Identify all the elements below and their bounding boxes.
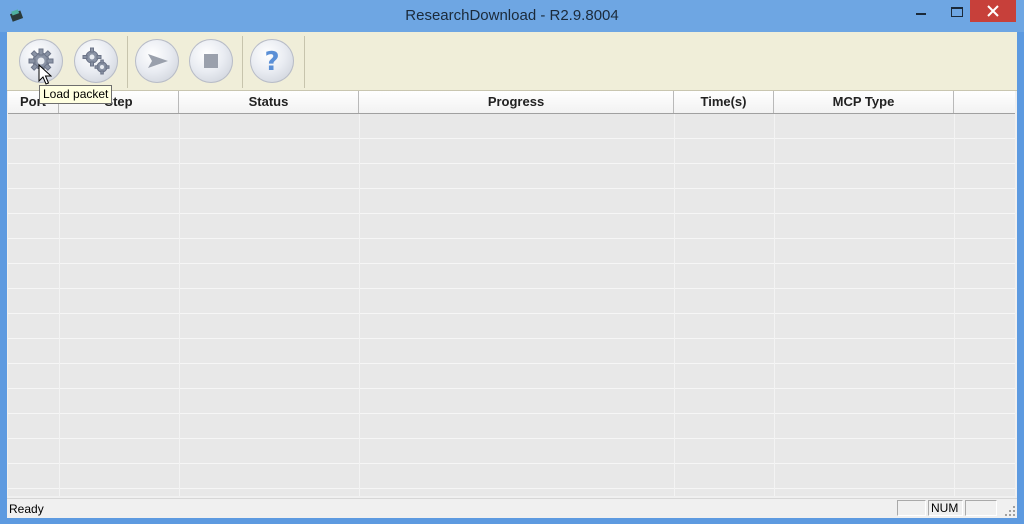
column-header-progress[interactable]: Progress: [359, 91, 674, 113]
svg-text:?: ?: [264, 47, 279, 77]
download-list[interactable]: Port Step Status Progress Time(s) MCP Ty…: [8, 91, 1015, 496]
close-icon: [987, 5, 999, 17]
column-header-time[interactable]: Time(s): [674, 91, 774, 113]
client-area: ? Load packet Port Step Status Progress …: [7, 32, 1017, 518]
list-rows: [8, 114, 1015, 496]
column-header-empty: [954, 91, 1015, 113]
column-divider: [954, 114, 955, 496]
stop-icon: [204, 54, 218, 68]
toolbar-separator: [127, 36, 128, 88]
stop-button[interactable]: [189, 39, 233, 83]
status-bar: Ready NUM: [7, 498, 1017, 518]
window-title: ResearchDownload - R2.9.8004: [405, 7, 619, 24]
minimize-icon: [916, 13, 926, 15]
start-button[interactable]: [135, 39, 179, 83]
toolbar-separator: [304, 36, 305, 88]
play-arrow-icon: [148, 54, 168, 68]
title-bar[interactable]: ResearchDownload - R2.9.8004: [0, 0, 1024, 32]
list-header: Port Step Status Progress Time(s) MCP Ty…: [8, 91, 1015, 114]
column-divider: [674, 114, 675, 496]
status-panel-caps: [897, 500, 926, 516]
settings-button[interactable]: [74, 39, 118, 83]
column-header-mcp-type[interactable]: MCP Type: [774, 91, 954, 113]
toolbar: ?: [7, 32, 1017, 91]
help-button[interactable]: ?: [250, 39, 294, 83]
tooltip: Load packet: [39, 85, 113, 104]
resize-grip-icon[interactable]: [1004, 505, 1016, 517]
status-panel-scrl: [965, 500, 997, 516]
minimize-button[interactable]: [906, 0, 936, 22]
toolbar-separator: [242, 36, 243, 88]
column-divider: [179, 114, 180, 496]
gears-icon: [82, 47, 110, 75]
app-window: ResearchDownload - R2.9.8004 ? Load pack…: [0, 0, 1024, 524]
column-divider: [774, 114, 775, 496]
maximize-button[interactable]: [942, 0, 972, 22]
question-icon: ?: [264, 47, 279, 77]
status-text: Ready: [9, 502, 44, 516]
mouse-cursor-icon: [38, 64, 52, 85]
status-panel-num: NUM: [928, 500, 963, 516]
column-divider: [59, 114, 60, 496]
column-divider: [359, 114, 360, 496]
column-header-status[interactable]: Status: [179, 91, 359, 113]
close-button[interactable]: [970, 0, 1016, 22]
maximize-icon: [951, 7, 963, 17]
